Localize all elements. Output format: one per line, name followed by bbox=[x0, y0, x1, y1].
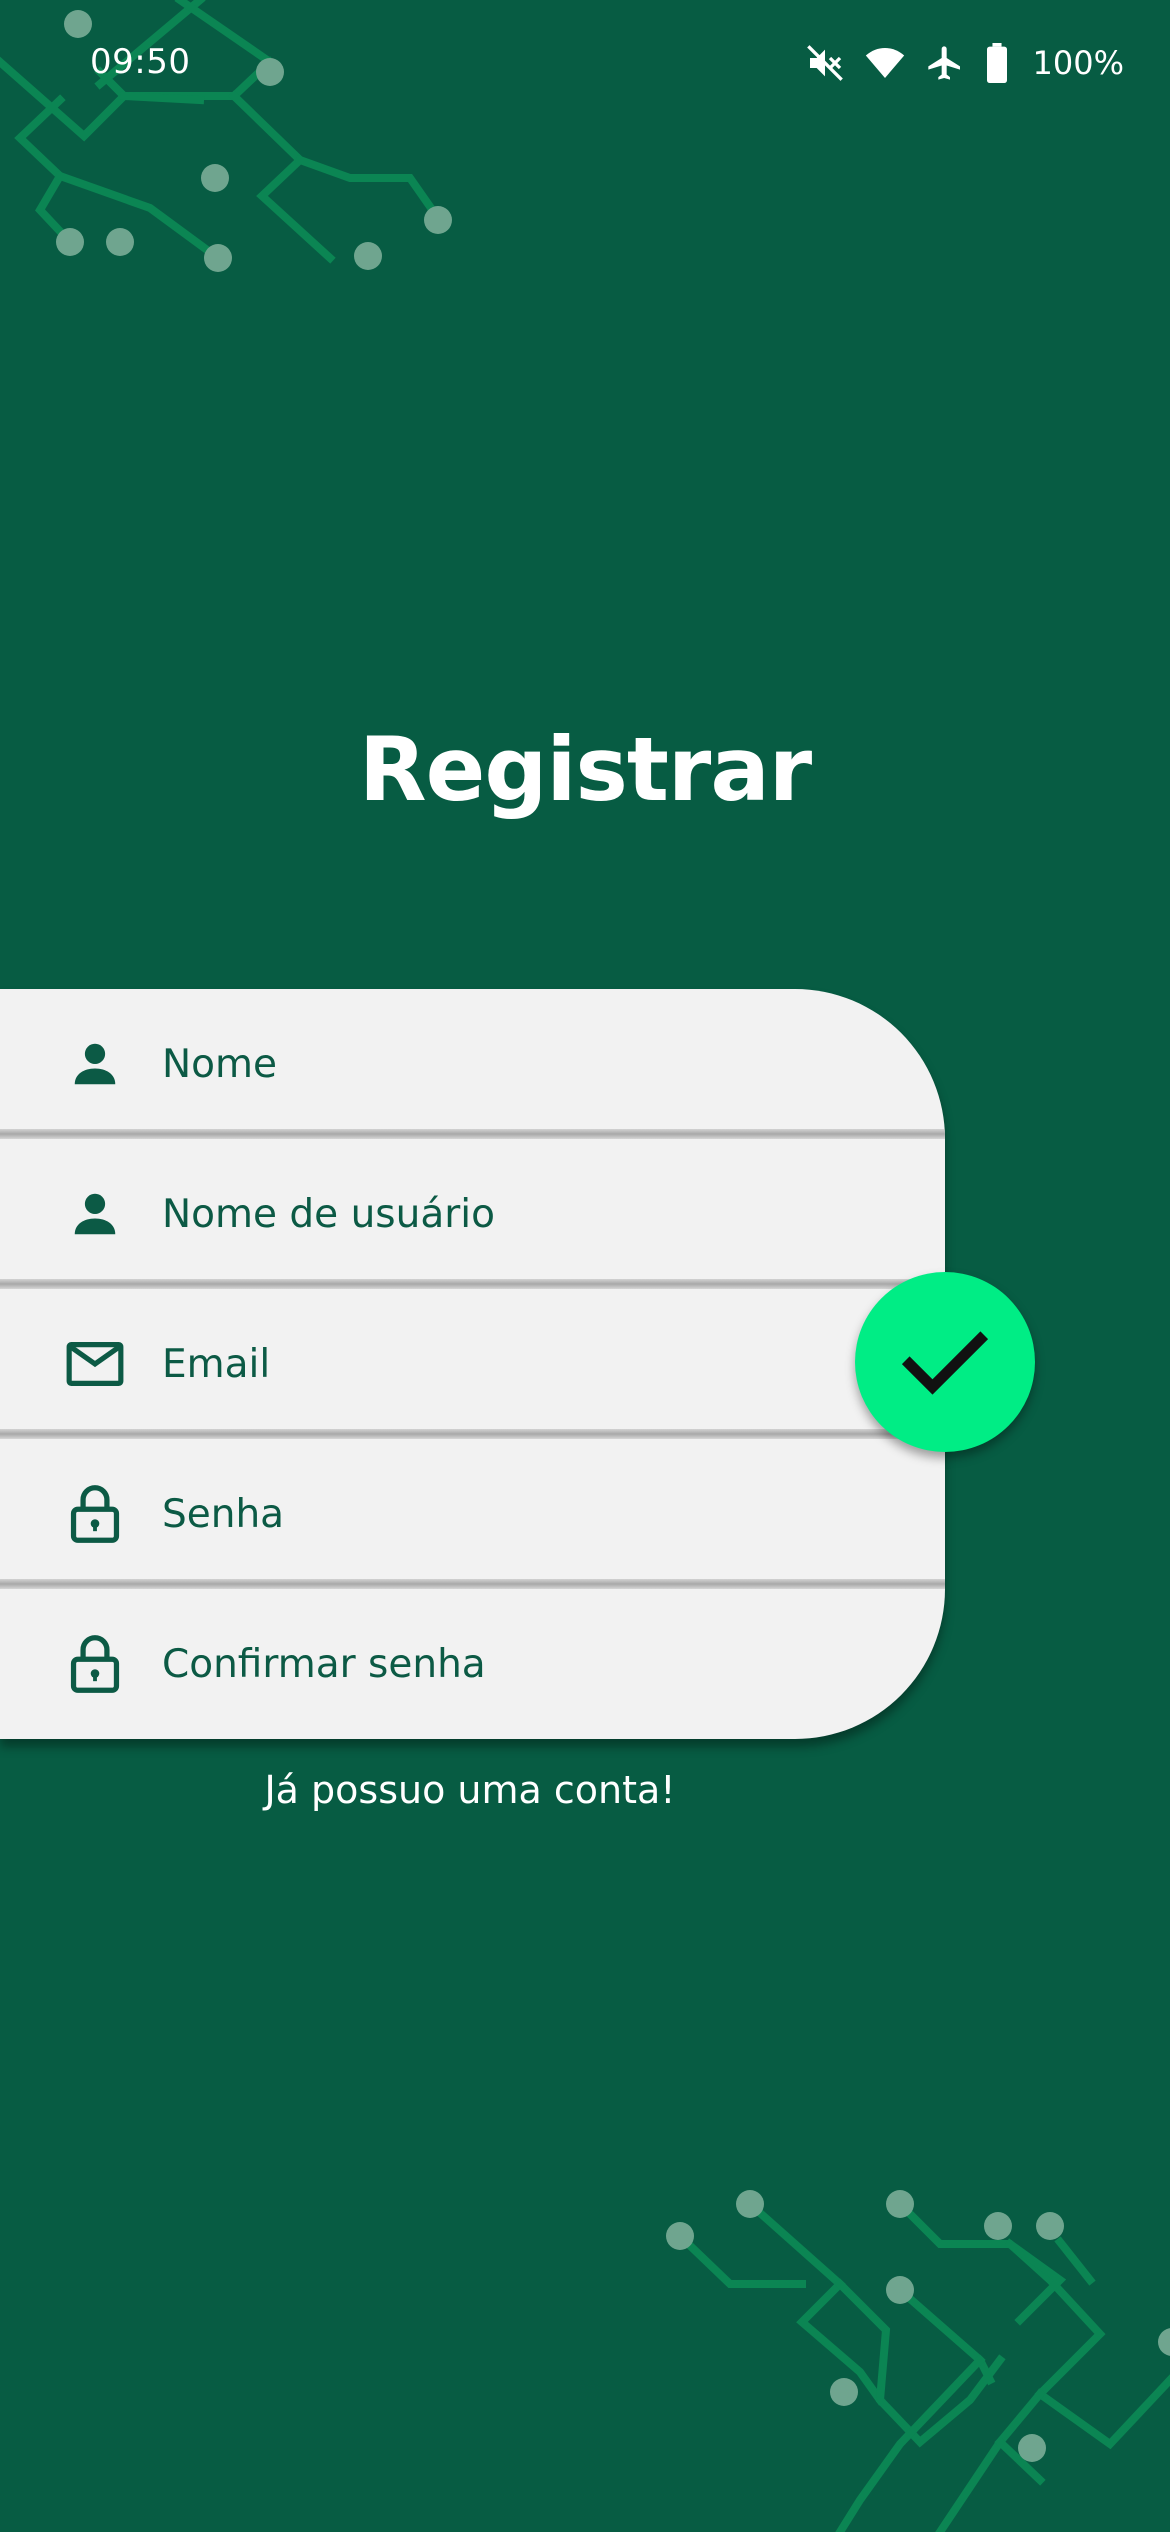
mail-icon bbox=[62, 1331, 128, 1397]
register-form bbox=[0, 989, 945, 1739]
airplane-mode-icon bbox=[925, 43, 965, 83]
password-input[interactable] bbox=[162, 1439, 925, 1589]
field-divider bbox=[0, 1579, 945, 1589]
circuit-decoration-bottom bbox=[666, 2190, 1170, 2532]
battery-icon bbox=[985, 43, 1009, 83]
field-divider bbox=[0, 1429, 945, 1439]
mute-icon bbox=[805, 43, 845, 83]
field-divider bbox=[0, 1279, 945, 1289]
lock-icon bbox=[62, 1631, 128, 1697]
status-icons: 100% bbox=[805, 38, 1124, 88]
status-bar: 09:50 100% bbox=[0, 0, 1170, 126]
checkmark-icon bbox=[895, 1312, 995, 1412]
wifi-icon bbox=[865, 43, 905, 83]
lock-icon bbox=[62, 1481, 128, 1547]
name-field-row bbox=[0, 989, 945, 1139]
field-divider bbox=[0, 1129, 945, 1139]
person-icon bbox=[62, 1181, 128, 1247]
email-input[interactable] bbox=[162, 1289, 925, 1439]
password-field-row bbox=[0, 1439, 945, 1589]
username-input[interactable] bbox=[162, 1139, 925, 1289]
person-icon bbox=[62, 1031, 128, 1097]
confirm-password-input[interactable] bbox=[162, 1589, 925, 1739]
status-time: 09:50 bbox=[90, 42, 191, 82]
email-field-row bbox=[0, 1289, 945, 1439]
confirm-password-field-row bbox=[0, 1589, 945, 1739]
battery-percentage: 100% bbox=[1032, 44, 1124, 82]
login-link[interactable]: Já possuo uma conta! bbox=[0, 1768, 940, 1812]
username-field-row bbox=[0, 1139, 945, 1289]
name-input[interactable] bbox=[162, 989, 925, 1139]
page-title: Registrar bbox=[358, 718, 812, 821]
submit-button[interactable] bbox=[855, 1272, 1035, 1452]
